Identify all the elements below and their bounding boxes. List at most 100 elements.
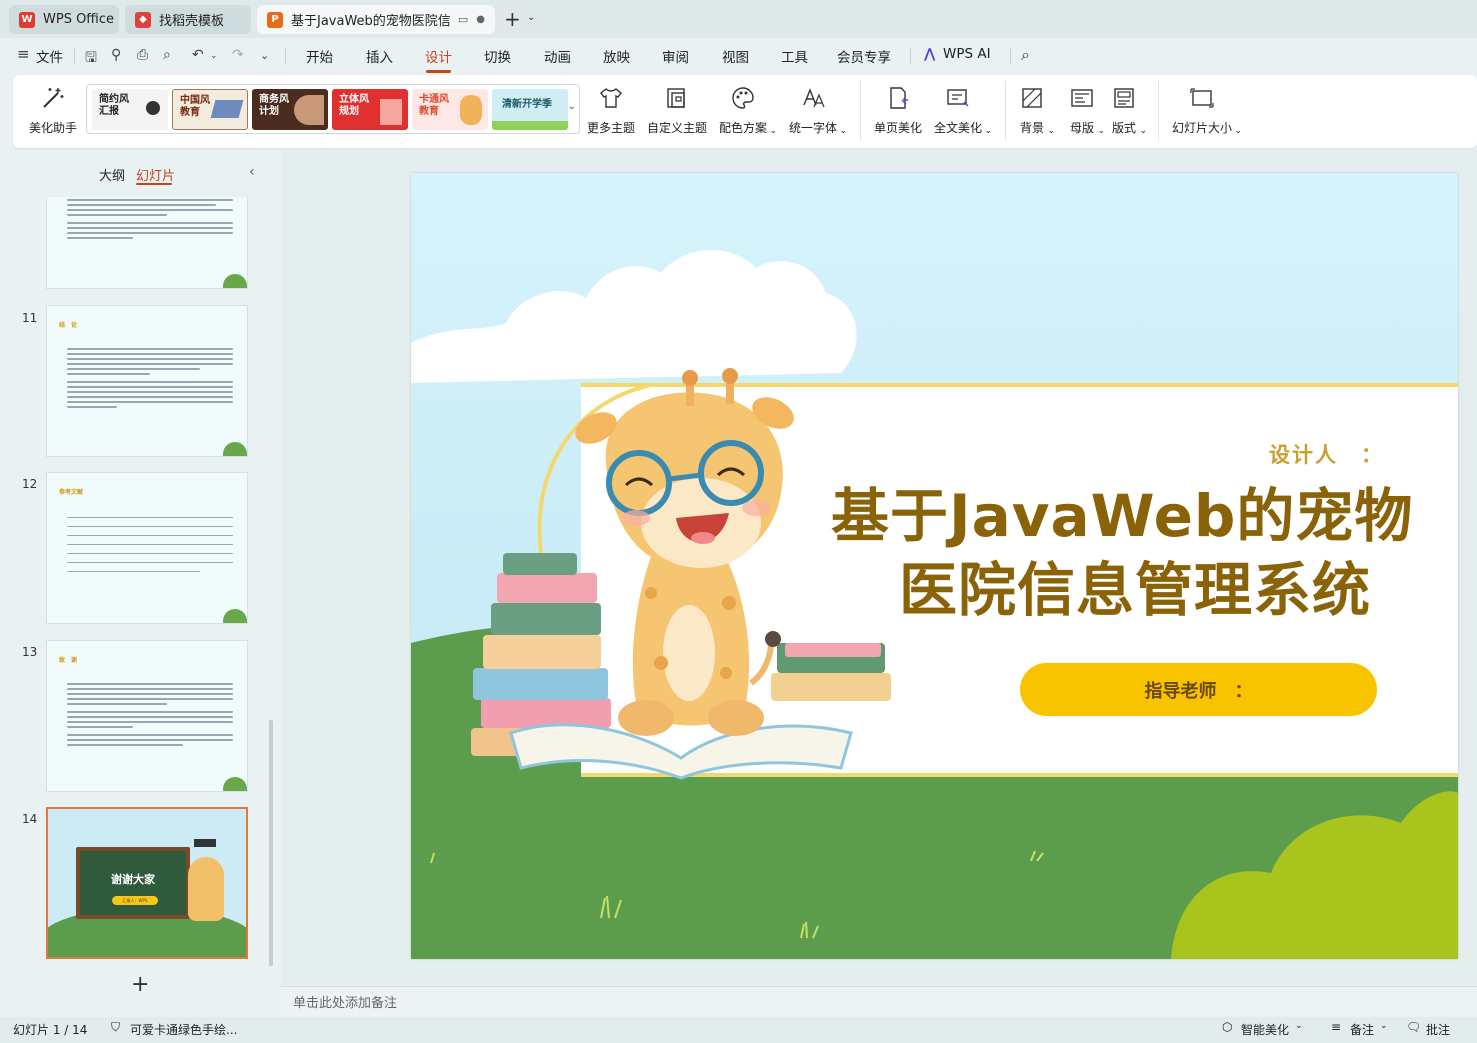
status-bar: 幻灯片 1 / 14 ⛉ 可爱卡通绿色手绘... ⬡ 智能美化 ⌄ ≡ 备注 ⌄… <box>0 1017 1477 1043</box>
master-icon <box>1069 83 1095 113</box>
notes-icon: ≡ <box>1331 1020 1342 1034</box>
wps-logo-icon: W <box>19 11 35 28</box>
chevron-down-icon[interactable]: ⌄ <box>1295 1021 1303 1031</box>
slide-number: 12 <box>22 477 38 491</box>
slide-thumb-12[interactable]: 参考文献 <box>46 472 248 624</box>
slide-title[interactable]: 基于JavaWeb的宠物 医院信息管理系统 <box>831 479 1412 627</box>
theme-thumb-cartoon[interactable]: 卡通风 教育 <box>412 89 488 130</box>
tab-label: WPS Office <box>43 12 115 27</box>
custom-theme-icon <box>664 83 690 113</box>
new-tab-icon[interactable]: + <box>504 7 521 31</box>
notes-placeholder[interactable]: 单击此处添加备注 <box>293 992 397 1011</box>
beautify-label: 美化助手 <box>29 121 78 135</box>
chevron-down-icon[interactable]: ⌄ <box>1380 1021 1388 1031</box>
chevron-down-icon[interactable]: ⌄ <box>527 12 535 23</box>
theme-icon: ⛉ <box>111 1020 121 1034</box>
save-icon[interactable]: 🖫 <box>85 47 97 71</box>
wps-ai-icon[interactable]: ⋀ <box>924 46 935 62</box>
slide-canvas[interactable]: 设计人 ： 基于JavaWeb的宠物 医院信息管理系统 指导老师 ： <box>411 173 1458 959</box>
theme-name[interactable]: 可爱卡通绿色手绘... <box>130 1021 237 1038</box>
menu-insert[interactable]: 插入 <box>366 46 393 66</box>
slide-size-icon <box>1189 83 1215 113</box>
design-ribbon: 美化助手 简约风 汇报 中国风 教育 商务风 计划 立体风 规划 卡通风 教育 … <box>13 75 1477 148</box>
slide-number: 13 <box>22 645 38 659</box>
tab-template[interactable]: ◆ 找稻壳模板 <box>125 5 251 34</box>
menu-review[interactable]: 审阅 <box>662 46 689 66</box>
menu-transition[interactable]: 切换 <box>484 46 511 66</box>
print-preview-icon[interactable]: ⌕ <box>163 47 171 63</box>
theme-thumb-fresh[interactable]: 清新开学季 <box>492 89 568 130</box>
template-logo-icon: ◆ <box>135 11 151 28</box>
tab-label: 基于JavaWeb的宠物医院信息 <box>291 14 450 29</box>
theme-thumb-3d[interactable]: 立体风 规划 <box>332 89 408 130</box>
smart-beautify-button[interactable]: 智能美化 <box>1241 1021 1289 1038</box>
notes-pane[interactable]: 单击此处添加备注 <box>281 986 1477 1016</box>
master-button[interactable]: 母版 ⌄ <box>1069 83 1105 136</box>
slides-tab[interactable]: 幻灯片 <box>136 165 175 184</box>
page-beautify-button[interactable]: 单页美化 <box>874 83 922 136</box>
theme-thumb-business[interactable]: 商务风 计划 <box>252 89 328 130</box>
theme-thumb-chinese[interactable]: 中国风 教育 <box>172 89 248 130</box>
color-scheme-button[interactable]: 配色方案 ⌄ <box>719 83 777 136</box>
ribbon-divider <box>1158 81 1159 141</box>
menu-wps-ai[interactable]: WPS AI <box>943 46 991 62</box>
magic-wand-icon <box>40 83 66 113</box>
tab-label: 找稻壳模板 <box>159 14 225 29</box>
tab-wps-office[interactable]: W WPS Office <box>9 5 119 34</box>
menu-view[interactable]: 视图 <box>722 46 749 66</box>
palette-icon <box>730 83 756 113</box>
presentation-logo-icon: P <box>267 11 283 28</box>
slide-thumb-11[interactable]: 结 论 <box>46 305 248 457</box>
title-bar: W WPS Office ◆ 找稻壳模板 P 基于JavaWeb的宠物医院信息 … <box>0 0 1477 38</box>
advisor-label: 指导老师 ： <box>1144 680 1253 702</box>
notes-toggle[interactable]: 备注 <box>1350 1021 1374 1038</box>
menu-file[interactable]: 文件 <box>36 46 63 66</box>
designer-label[interactable]: 设计人 ： <box>1269 439 1384 469</box>
divider <box>910 48 911 64</box>
beautify-helper-button[interactable]: 美化助手 <box>29 83 77 136</box>
ribbon-divider <box>1005 81 1006 141</box>
font-icon <box>800 83 826 113</box>
collapse-panel-icon[interactable]: ‹ <box>249 164 255 180</box>
link-icon[interactable]: ⚲ <box>111 47 121 63</box>
monitor-icon[interactable]: ▭ <box>458 13 468 26</box>
menu-slideshow[interactable]: 放映 <box>603 46 630 66</box>
slide-size-button[interactable]: 幻灯片大小 ⌄ <box>1172 83 1242 136</box>
slide-thumb-10[interactable] <box>46 197 248 289</box>
theme-thumb-simple[interactable]: 简约风 汇报 <box>92 89 168 130</box>
menu-bar: ≡ 文件 🖫 ⚲ ⎙ ⌕ ↶ ⌄ ↷ ⌄ 开始 插入 设计 切换 动画 放映 审… <box>0 38 1477 74</box>
undo-icon[interactable]: ↶ <box>192 47 204 63</box>
slide-number: 11 <box>22 311 38 325</box>
advisor-pill[interactable]: 指导老师 ： <box>1020 663 1377 716</box>
tab-document[interactable]: P 基于JavaWeb的宠物医院信息 ▭ ● <box>257 5 495 34</box>
full-beautify-button[interactable]: 全文美化 ⌄ <box>934 83 992 136</box>
gallery-expand-icon[interactable]: ⌄ <box>568 101 576 112</box>
outline-tab[interactable]: 大纲 <box>99 165 125 184</box>
custom-theme-button[interactable]: 自定义主题 <box>647 83 707 136</box>
close-tab-icon[interactable]: ● <box>476 14 485 25</box>
menu-home[interactable]: 开始 <box>306 46 333 66</box>
hamburger-icon[interactable]: ≡ <box>17 45 30 63</box>
menu-animation[interactable]: 动画 <box>544 46 571 66</box>
menu-design[interactable]: 设计 <box>425 46 452 73</box>
layout-button[interactable]: 版式 ⌄ <box>1111 83 1147 136</box>
background-button[interactable]: 背景 ⌄ <box>1019 83 1055 136</box>
redo-icon[interactable]: ↷ <box>232 47 244 63</box>
more-icon[interactable]: ⌄ <box>260 49 269 62</box>
search-icon[interactable]: ⌕ <box>1021 45 1030 65</box>
ribbon-divider <box>860 81 861 141</box>
add-slide-button[interactable]: + <box>131 972 149 997</box>
print-icon[interactable]: ⎙ <box>137 47 148 63</box>
panel-scrollbar[interactable] <box>269 720 273 966</box>
more-themes-button[interactable]: 更多主题 <box>587 83 635 136</box>
divider <box>1010 48 1011 64</box>
comments-toggle[interactable]: 批注 <box>1426 1021 1450 1038</box>
menu-member[interactable]: 会员专享 <box>837 46 891 66</box>
theme-gallery: 简约风 汇报 中国风 教育 商务风 计划 立体风 规划 卡通风 教育 清新开学季… <box>86 84 580 134</box>
chevron-down-icon[interactable]: ⌄ <box>210 51 218 61</box>
background-icon <box>1019 83 1045 113</box>
slide-thumb-13[interactable]: 致 谢 <box>46 640 248 792</box>
menu-tools[interactable]: 工具 <box>781 46 808 66</box>
unified-font-button[interactable]: 统一字体 ⌄ <box>789 83 847 136</box>
slide-thumb-14[interactable]: 谢谢大家 汇报人：WPS <box>46 807 248 959</box>
